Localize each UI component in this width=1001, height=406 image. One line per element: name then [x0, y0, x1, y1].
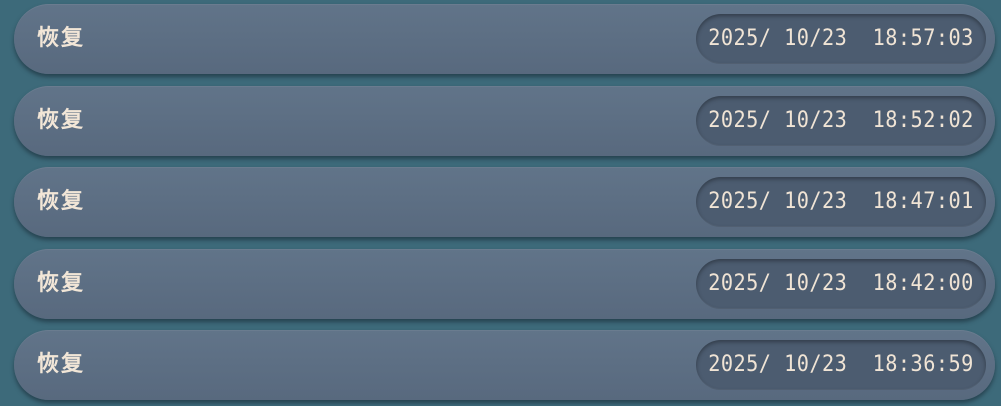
record-status-label: 恢复: [37, 189, 86, 214]
timestamp-pill: 2025/ 10/23 18:47:01: [696, 177, 986, 227]
record-row[interactable]: 恢复 2025/ 10/23 18:47:01: [14, 167, 995, 237]
record-row[interactable]: 恢复 2025/ 10/23 18:52:02: [14, 85, 995, 156]
record-timestamp: 2025/ 10/23 18:47:01: [708, 189, 974, 214]
timestamp-pill: 2025/ 10/23 18:42:00: [696, 258, 986, 309]
record-list: 恢复 2025/ 10/23 18:57:03 恢复 2025/ 10/23 1…: [0, 0, 1001, 406]
record-row[interactable]: 恢复 2025/ 10/23 18:57:03: [14, 4, 995, 74]
timestamp-pill: 2025/ 10/23 18:52:02: [696, 95, 986, 146]
record-row[interactable]: 恢复 2025/ 10/23 18:42:00: [14, 248, 995, 319]
record-row[interactable]: 恢复 2025/ 10/23 18:36:59: [14, 330, 995, 400]
record-status-label: 恢复: [37, 26, 86, 51]
timestamp-pill: 2025/ 10/23 18:36:59: [696, 340, 986, 390]
record-status-label: 恢复: [37, 270, 86, 296]
record-status-label: 恢复: [37, 107, 86, 133]
record-status-label: 恢复: [37, 352, 86, 377]
record-timestamp: 2025/ 10/23 18:36:59: [708, 352, 974, 377]
record-timestamp: 2025/ 10/23 18:52:02: [708, 107, 974, 133]
record-timestamp: 2025/ 10/23 18:42:00: [708, 270, 974, 296]
record-timestamp: 2025/ 10/23 18:57:03: [708, 26, 974, 51]
timestamp-pill: 2025/ 10/23 18:57:03: [696, 14, 986, 64]
